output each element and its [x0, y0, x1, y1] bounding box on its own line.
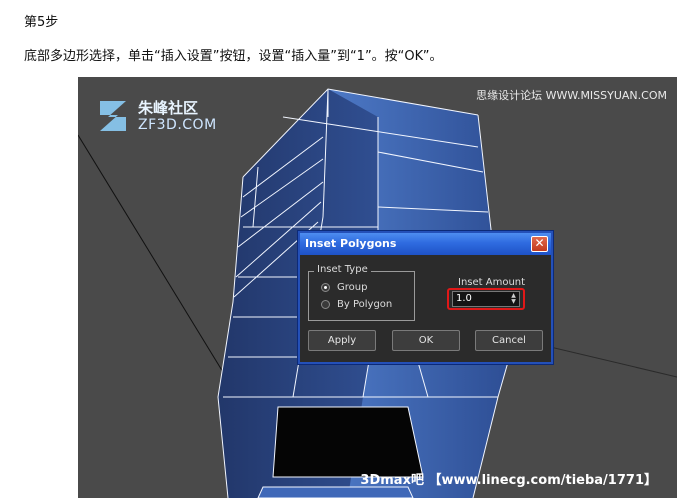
logo-english-text: ZF3D.COM	[138, 117, 217, 133]
zf3d-logo-icon	[100, 101, 126, 131]
radio-by-polygon-option[interactable]: By Polygon	[321, 299, 392, 310]
inset-type-legend: Inset Type	[314, 264, 371, 275]
radio-group-option[interactable]: Group	[321, 282, 367, 293]
watermark-top: 思缘设计论坛 WWW.MISSYUAN.COM	[476, 89, 667, 102]
radio-by-polygon-label: By Polygon	[337, 299, 393, 310]
radio-by-polygon-indicator[interactable]	[321, 300, 330, 309]
apply-button[interactable]: Apply	[308, 330, 376, 351]
inset-amount-spinner[interactable]: 1.0 ▲ ▼	[452, 291, 520, 307]
spinner-arrows-icon[interactable]: ▲ ▼	[509, 293, 518, 305]
inset-amount-value[interactable]: 1.0	[456, 293, 472, 304]
ok-button[interactable]: OK	[392, 330, 460, 351]
dialog-titlebar[interactable]: Inset Polygons ✕	[300, 233, 551, 255]
watermark-bottom: 3Dmax吧 【www.linecg.com/tieba/1771】	[360, 473, 657, 488]
screenshot-viewport: 朱峰社区 ZF3D.COM 思缘设计论坛 WWW.MISSYUAN.COM 3D…	[78, 77, 677, 498]
inset-amount-label: Inset Amount	[458, 277, 526, 288]
radio-group-indicator[interactable]	[321, 283, 330, 292]
inset-type-group: Inset Type Group By Polygon	[308, 264, 415, 321]
instruction-text: 底部多边形选择，单击“插入设置”按钮，设置“插入量”到“1”。按“OK”。	[24, 49, 443, 64]
step-title: 第5步	[24, 15, 59, 30]
inset-polygons-dialog: Inset Polygons ✕ Inset Type Group By Pol…	[298, 231, 553, 364]
cancel-button[interactable]: Cancel	[475, 330, 543, 351]
dialog-title: Inset Polygons	[305, 237, 397, 250]
radio-group-label: Group	[337, 282, 368, 293]
close-button[interactable]: ✕	[531, 236, 548, 252]
logo-chinese-text: 朱峰社区	[138, 99, 199, 117]
